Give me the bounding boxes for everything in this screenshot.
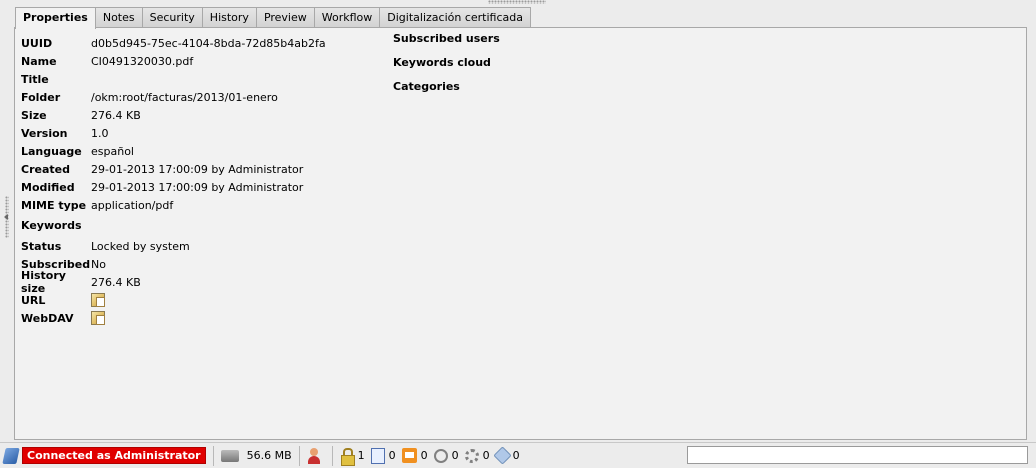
connection-icon — [2, 447, 20, 464]
row-url: URL — [21, 291, 326, 309]
modified-label: Modified — [21, 180, 75, 194]
properties-list: UUID d0b5d945-75ec-4104-8bda-72d85b4ab2f… — [21, 34, 326, 327]
created-label: Created — [21, 162, 70, 176]
uuid-label: UUID — [21, 36, 53, 50]
hard-disk-icon — [220, 449, 239, 462]
copy-clipboard-icon[interactable] — [91, 293, 105, 307]
row-uuid: UUID d0b5d945-75ec-4104-8bda-72d85b4ab2f… — [21, 34, 326, 52]
tab-digitalizacion[interactable]: Digitalización certificada — [379, 7, 531, 28]
attachments-count: 0 — [451, 449, 459, 462]
title-label: Title — [21, 72, 49, 86]
separator — [298, 445, 300, 466]
gear-icon[interactable] — [464, 448, 479, 463]
tab-workflow[interactable]: Workflow — [313, 7, 381, 28]
subscribed-value: No — [91, 257, 106, 271]
tags-count: 0 — [512, 449, 520, 462]
row-webdav: WebDAV — [21, 309, 326, 327]
workflows-count: 0 — [482, 449, 490, 462]
tab-security[interactable]: Security — [141, 7, 203, 28]
checkout-edit-icon[interactable] — [370, 447, 385, 464]
lock-icon[interactable] — [340, 447, 355, 466]
folder-label: Folder — [21, 90, 61, 104]
name-label: Name — [21, 54, 57, 68]
properties-panel: UUID d0b5d945-75ec-4104-8bda-72d85b4ab2f… — [14, 27, 1027, 440]
row-version: Version 1.0 — [21, 124, 326, 142]
version-value: 1.0 — [91, 126, 109, 140]
language-value: español — [91, 144, 134, 158]
user-info[interactable] — [303, 445, 329, 467]
row-name: Name CI0491320030.pdf — [21, 52, 326, 70]
tag-icon[interactable] — [492, 446, 512, 465]
user-counters: 1 0 0 0 0 0 — [336, 445, 530, 467]
collapse-arrow-icon[interactable] — [4, 214, 8, 220]
row-status: Status Locked by system — [21, 237, 326, 255]
copy-clipboard-icon[interactable] — [91, 311, 105, 325]
url-label: URL — [21, 293, 46, 307]
right-column: Subscribed users Keywords cloud Categori… — [393, 32, 500, 104]
tab-preview[interactable]: Preview — [255, 7, 315, 28]
connected-badge: Connected as Administrator — [22, 447, 206, 464]
tab-bar: Properties Notes Security History Previe… — [15, 7, 531, 29]
separator — [212, 445, 214, 466]
row-history-size: History size 276.4 KB — [21, 269, 326, 295]
created-value: 29-01-2013 17:00:09 by Administrator — [91, 162, 304, 176]
keywords-cloud-heading: Keywords cloud — [393, 56, 491, 69]
status-search-input[interactable] — [687, 446, 1028, 464]
tab-properties[interactable]: Properties — [15, 7, 96, 29]
categories-heading: Categories — [393, 80, 460, 93]
version-label: Version — [21, 126, 68, 140]
row-keywords: Keywords — [21, 214, 326, 237]
row-created: Created 29-01-2013 17:00:09 by Administr… — [21, 160, 326, 178]
row-modified: Modified 29-01-2013 17:00:09 by Administ… — [21, 178, 326, 196]
disk-usage: 56.6 MB — [217, 445, 296, 467]
size-value: 276.4 KB — [91, 108, 141, 122]
status-value: Locked by system — [91, 239, 190, 253]
tab-notes[interactable]: Notes — [94, 7, 143, 28]
connection-status: Connected as Administrator — [0, 445, 210, 467]
history-size-value: 276.4 KB — [91, 275, 141, 289]
mime-label: MIME type — [21, 198, 87, 212]
checkout-count: 0 — [388, 449, 396, 462]
tab-history[interactable]: History — [201, 7, 257, 28]
webdav-label: WebDAV — [21, 311, 74, 325]
subscribed-users-heading: Subscribed users — [393, 32, 500, 45]
folder-value: /okm:root/facturas/2013/01-enero — [91, 90, 278, 104]
attachment-icon[interactable] — [430, 445, 451, 466]
mail-icon[interactable] — [401, 448, 417, 463]
top-splitter-grip[interactable] — [488, 0, 546, 4]
history-size-label: History size — [21, 269, 66, 295]
size-label: Size — [21, 108, 47, 122]
row-size: Size 276.4 KB — [21, 106, 326, 124]
uuid-value: d0b5d945-75ec-4104-8bda-72d85b4ab2fa — [91, 36, 326, 50]
status-label: Status — [21, 239, 62, 253]
left-splitter[interactable] — [0, 0, 14, 440]
name-value: CI0491320030.pdf — [91, 54, 194, 68]
row-mime: MIME type application/pdf — [21, 196, 326, 214]
disk-usage-value: 56.6 MB — [246, 449, 292, 462]
mime-value: application/pdf — [91, 198, 174, 212]
messages-count: 0 — [420, 449, 428, 462]
user-icon[interactable] — [307, 447, 321, 464]
language-label: Language — [21, 144, 82, 158]
separator — [331, 445, 333, 466]
locked-count: 1 — [357, 449, 365, 462]
row-language: Language español — [21, 142, 326, 160]
modified-value: 29-01-2013 17:00:09 by Administrator — [91, 180, 304, 194]
row-title: Title — [21, 70, 326, 88]
row-folder: Folder /okm:root/facturas/2013/01-enero — [21, 88, 326, 106]
keywords-label: Keywords — [21, 219, 82, 232]
